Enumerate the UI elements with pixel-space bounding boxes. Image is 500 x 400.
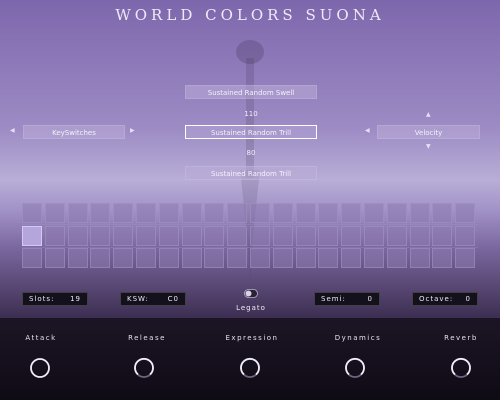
slot-cell[interactable] xyxy=(136,248,156,268)
expression-knob-icon[interactable] xyxy=(238,356,262,380)
slot-cell[interactable] xyxy=(432,248,453,268)
slot-cell[interactable] xyxy=(90,248,111,268)
slot-cell[interactable] xyxy=(455,225,476,246)
slot-cell[interactable] xyxy=(272,203,293,223)
reverb-knob-icon[interactable] xyxy=(449,356,473,380)
semi-label: Semi: xyxy=(321,295,346,303)
triangle-right-icon[interactable]: ▶ xyxy=(130,127,135,134)
slot-cell[interactable] xyxy=(318,225,339,246)
slot-cell[interactable] xyxy=(295,203,316,223)
slot-cell[interactable] xyxy=(22,248,42,268)
upper-value-readout: 110 xyxy=(244,110,258,118)
slot-cell[interactable] xyxy=(181,225,202,246)
slot-cell[interactable] xyxy=(295,225,316,246)
slot-cell[interactable] xyxy=(90,203,111,223)
slot-cell[interactable] xyxy=(67,203,88,223)
slot-cell[interactable] xyxy=(90,225,111,246)
slot-cell[interactable] xyxy=(250,203,270,223)
semi-value: 0 xyxy=(367,295,373,303)
slot-cell[interactable] xyxy=(204,248,225,268)
app-title: WORLD COLORS SUONA xyxy=(115,6,385,24)
slot-cell[interactable] xyxy=(158,248,179,268)
articulation-selected-button[interactable]: Sustained Random Trill xyxy=(185,125,317,139)
slot-cell[interactable] xyxy=(386,225,407,246)
velocity-left-arrow-icon[interactable]: ◀ xyxy=(365,127,370,134)
slot-cell[interactable] xyxy=(295,248,316,268)
slots-label: Slots: xyxy=(29,295,55,303)
slot-cell[interactable] xyxy=(204,225,225,246)
slot-cell[interactable] xyxy=(44,203,65,223)
slot-cell[interactable] xyxy=(455,203,476,223)
slot-cell[interactable] xyxy=(158,203,179,223)
slot-cell[interactable] xyxy=(181,248,202,268)
attack-knob-icon[interactable] xyxy=(28,356,52,380)
slots-readout[interactable]: Slots: 19 xyxy=(22,292,88,306)
keyswitches-button[interactable]: KeySwitches xyxy=(23,125,125,139)
slots-value: 19 xyxy=(70,295,81,303)
octave-readout[interactable]: Octave: 0 xyxy=(412,292,478,306)
slot-cell[interactable] xyxy=(341,225,362,246)
slot-cell[interactable] xyxy=(272,225,293,246)
slot-cell[interactable] xyxy=(409,248,430,268)
slot-cell[interactable] xyxy=(272,248,293,268)
release-knob-icon[interactable] xyxy=(132,356,156,380)
slot-cell[interactable] xyxy=(67,248,88,268)
slot-cell[interactable] xyxy=(113,248,134,268)
slot-grid xyxy=(22,203,478,269)
octave-value: 0 xyxy=(465,295,471,303)
legato-label: Legato xyxy=(236,304,266,312)
slot-cell[interactable] xyxy=(136,203,156,223)
triangle-left-icon[interactable]: ◀ xyxy=(10,127,15,134)
release-label: Release xyxy=(128,334,166,342)
slot-cell[interactable] xyxy=(364,203,384,223)
slot-cell[interactable] xyxy=(44,248,65,268)
reverb-label: Reverb xyxy=(444,334,478,342)
ksw-readout[interactable]: KSW: C0 xyxy=(120,292,186,306)
slot-cell[interactable] xyxy=(432,225,453,246)
slot-cell[interactable] xyxy=(318,248,339,268)
slot-cell[interactable] xyxy=(227,225,248,246)
attack-label: Attack xyxy=(25,334,57,342)
slot-cell[interactable] xyxy=(136,225,156,246)
slot-cell[interactable] xyxy=(386,203,407,223)
triangle-up-icon[interactable]: ▲ xyxy=(426,111,431,118)
slot-cell[interactable] xyxy=(364,225,384,246)
slot-cell[interactable] xyxy=(22,203,42,223)
slot-cell[interactable] xyxy=(364,248,384,268)
lower-value-readout: 80 xyxy=(246,149,256,157)
slot-cell[interactable] xyxy=(318,203,339,223)
slot-cell[interactable] xyxy=(409,203,430,223)
slot-cell[interactable] xyxy=(113,203,134,223)
octave-label: Octave: xyxy=(419,295,454,303)
slot-cell[interactable] xyxy=(67,225,88,246)
slot-cell[interactable] xyxy=(181,203,202,223)
slot-cell[interactable] xyxy=(409,225,430,246)
slot-cell[interactable] xyxy=(432,203,453,223)
slot-cell[interactable] xyxy=(250,225,270,246)
articulation-lower-button[interactable]: Sustained Random Trill xyxy=(185,166,317,180)
expression-label: Expression xyxy=(225,334,279,342)
slot-cell[interactable] xyxy=(341,248,362,268)
slot-cell[interactable] xyxy=(227,248,248,268)
ksw-label: KSW: xyxy=(127,295,149,303)
slot-cell[interactable] xyxy=(113,225,134,246)
slot-cell[interactable] xyxy=(386,248,407,268)
slot-cell[interactable] xyxy=(455,248,476,268)
toggle-switch-icon[interactable] xyxy=(244,289,258,298)
slot-cell[interactable] xyxy=(22,225,42,246)
dynamics-knob-icon[interactable] xyxy=(343,356,367,380)
triangle-down-icon[interactable]: ▼ xyxy=(426,143,431,150)
slot-cell[interactable] xyxy=(227,203,248,223)
slot-cell[interactable] xyxy=(250,248,270,268)
dynamics-label: Dynamics xyxy=(334,334,382,342)
slot-cell[interactable] xyxy=(44,225,65,246)
slot-cell[interactable] xyxy=(158,225,179,246)
semi-readout[interactable]: Semi: 0 xyxy=(314,292,380,306)
velocity-button[interactable]: Velocity xyxy=(377,125,480,139)
slot-cell[interactable] xyxy=(204,203,225,223)
articulation-upper-button[interactable]: Sustained Random Swell xyxy=(185,85,317,99)
ksw-value: C0 xyxy=(167,295,179,303)
slot-cell[interactable] xyxy=(341,203,362,223)
